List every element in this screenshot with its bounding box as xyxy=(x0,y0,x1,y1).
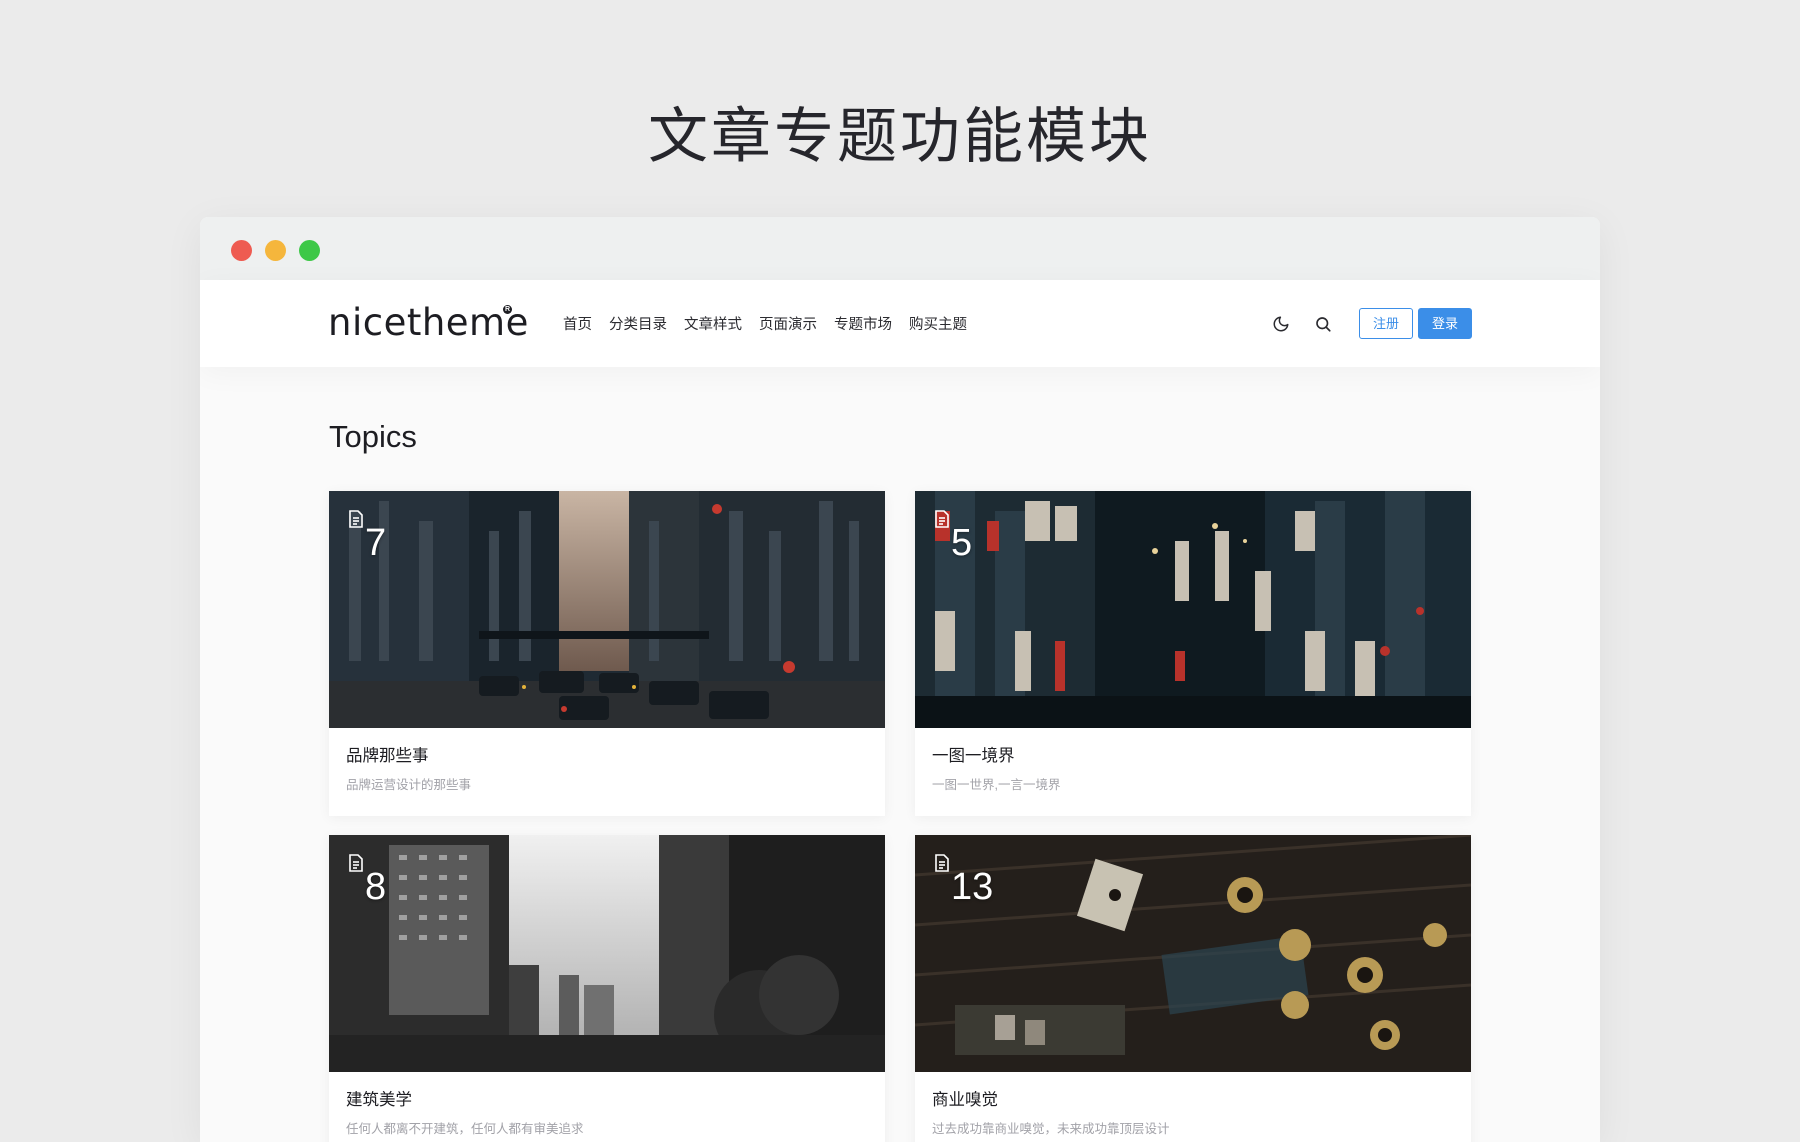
post-count: 13 xyxy=(934,851,993,906)
city-street-image xyxy=(329,491,885,728)
topic-card-body: 商业嗅觉 过去成功靠商业嗅觉，未来成功靠顶层设计 xyxy=(915,1072,1471,1142)
topic-card-body: 建筑美学 任何人都离不开建筑，任何人都有审美追求 xyxy=(329,1072,885,1142)
document-icon xyxy=(934,510,950,533)
topic-description: 一图一世界,一言一境界 xyxy=(932,778,1061,792)
topic-card[interactable]: 13 商业嗅觉 过去成功靠商业嗅觉，未来成功靠顶层设计 xyxy=(915,835,1471,1142)
search-icon[interactable] xyxy=(1313,314,1333,334)
site-logo[interactable]: nicetheme xyxy=(328,301,529,344)
nav-item-topic-market[interactable]: 专题市场 xyxy=(834,313,892,334)
post-count-number: 7 xyxy=(365,522,387,564)
header-tools: 注册 登录 xyxy=(1271,280,1472,367)
nav-item-categories[interactable]: 分类目录 xyxy=(609,313,667,334)
topic-description: 任何人都离不开建筑，任何人都有审美追求 xyxy=(346,1122,584,1136)
window-titlebar xyxy=(200,217,1600,280)
document-icon xyxy=(348,854,364,877)
moon-icon[interactable] xyxy=(1271,314,1291,334)
topic-cover[interactable]: 13 xyxy=(915,835,1471,1072)
topic-card[interactable]: 7 品牌那些事 品牌运营设计的那些事 xyxy=(329,491,885,816)
topic-cover[interactable]: 5 xyxy=(915,491,1471,728)
post-count-number: 5 xyxy=(951,522,973,564)
document-icon xyxy=(348,510,364,533)
topic-description: 品牌运营设计的那些事 xyxy=(346,778,472,792)
page-heading: 文章专题功能模块 xyxy=(648,103,1152,170)
registered-mark: R xyxy=(503,305,512,314)
document-icon xyxy=(934,854,950,877)
main-content: Topics 7 品牌那些事 品牌运营设计的那些事 5 一图一境界 一图一世界,… xyxy=(200,367,1600,1142)
topic-cover[interactable]: 7 xyxy=(329,491,885,728)
topic-title[interactable]: 一图一境界 xyxy=(932,745,1454,767)
topic-card-body: 一图一境界 一图一世界,一言一境界 xyxy=(915,728,1471,816)
browser-window: nicetheme R 首页 分类目录 文章样式 页面演示 专题市场 购买主题 … xyxy=(200,217,1600,1142)
post-count-number: 8 xyxy=(365,866,387,908)
site-header: nicetheme R 首页 分类目录 文章样式 页面演示 专题市场 购买主题 … xyxy=(200,280,1600,367)
post-count-number: 13 xyxy=(951,866,994,908)
post-count: 5 xyxy=(934,507,972,562)
topic-cover[interactable]: 8 xyxy=(329,835,885,1072)
nav-item-buy-theme[interactable]: 购买主题 xyxy=(909,313,967,334)
topic-title[interactable]: 品牌那些事 xyxy=(346,745,868,767)
nav-item-home[interactable]: 首页 xyxy=(563,313,592,334)
cafe-overhead-image xyxy=(915,835,1471,1072)
nav-item-page-demos[interactable]: 页面演示 xyxy=(759,313,817,334)
topic-card[interactable]: 5 一图一境界 一图一世界,一言一境界 xyxy=(915,491,1471,816)
login-button[interactable]: 登录 xyxy=(1417,308,1472,339)
topic-title[interactable]: 商业嗅觉 xyxy=(932,1089,1454,1111)
register-button[interactable]: 注册 xyxy=(1358,308,1413,339)
post-count: 8 xyxy=(348,851,386,906)
main-nav: 首页 分类目录 文章样式 页面演示 专题市场 购买主题 xyxy=(563,280,967,367)
topic-title[interactable]: 建筑美学 xyxy=(346,1089,868,1111)
nav-item-post-styles[interactable]: 文章样式 xyxy=(684,313,742,334)
topic-card-body: 品牌那些事 品牌运营设计的那些事 xyxy=(329,728,885,816)
maximize-window-button[interactable] xyxy=(299,240,320,261)
topic-description: 过去成功靠商业嗅觉，未来成功靠顶层设计 xyxy=(932,1122,1170,1136)
minimize-window-button[interactable] xyxy=(265,240,286,261)
night-alley-image xyxy=(915,491,1471,728)
topic-card[interactable]: 8 建筑美学 任何人都离不开建筑，任何人都有审美追求 xyxy=(329,835,885,1142)
section-title: Topics xyxy=(329,419,417,454)
skyscrapers-image xyxy=(329,835,885,1072)
post-count: 7 xyxy=(348,507,386,562)
close-window-button[interactable] xyxy=(231,240,252,261)
